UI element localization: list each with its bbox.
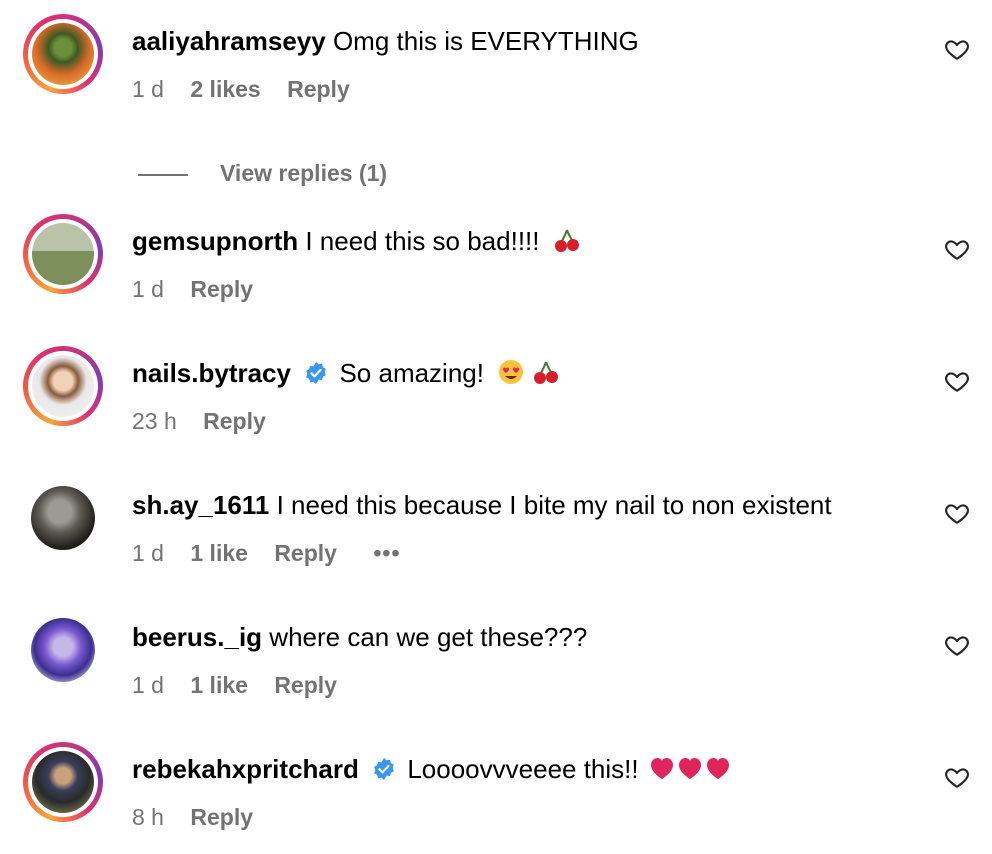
comment-time: 1 d [132,76,164,102]
comment-text: I need this because I bite my nail to no… [276,490,832,520]
comment-username[interactable]: aaliyahramseyy [132,26,326,56]
like-heart-icon[interactable] [944,632,970,658]
like-heart-icon[interactable] [944,764,970,790]
cherry-emoji-icon [534,361,559,384]
like-heart-icon[interactable] [944,236,970,262]
comment-time: 1 d [132,276,164,302]
like-heart-icon[interactable] [944,36,970,62]
verified-badge-icon [374,758,395,780]
comment-text: Omg this is EVERYTHING [332,26,639,56]
avatar[interactable] [23,346,103,426]
comment-username[interactable]: gemsupnorth [132,226,298,256]
reply-button[interactable]: Reply [203,408,266,434]
comment-likes[interactable]: 1 like [190,540,248,566]
comment-text: where can we get these??? [269,622,588,652]
heart-eyes-emoji-icon [499,360,524,384]
comment-time: 23 h [132,408,177,434]
avatar-photo [32,23,94,85]
comment-username[interactable]: sh.ay_1611 [132,490,269,520]
comment-text: Loooovvveeee this!! [407,754,639,784]
reply-button[interactable]: Reply [274,672,337,698]
comment-likes[interactable]: 1 like [190,672,248,698]
reply-button[interactable]: Reply [287,76,350,102]
avatar-photo [32,355,94,417]
avatar-photo [32,751,94,813]
more-options-icon[interactable]: ••• [373,540,400,566]
reply-button[interactable]: Reply [190,804,253,830]
comment-time: 8 h [132,804,164,830]
verified-badge-icon [306,362,327,384]
comment-time: 1 d [132,540,164,566]
comment-username[interactable]: nails.bytracy [132,358,291,388]
comment-text: So amazing! [339,358,484,388]
avatar-photo [31,618,95,682]
view-replies-label: View replies (1) [220,160,388,186]
avatar[interactable] [23,610,103,690]
avatar-photo [31,486,95,550]
like-heart-icon[interactable] [944,500,970,526]
replies-divider [138,173,188,176]
avatar[interactable] [23,478,103,558]
comment-text: I need this so bad!!!! [305,226,540,256]
reply-button[interactable]: Reply [274,540,337,566]
comment-likes[interactable]: 2 likes [190,76,260,102]
cherry-emoji-icon [554,229,579,252]
comment-time: 1 d [132,672,164,698]
avatar[interactable] [23,214,103,294]
comment-username[interactable]: beerus._ig [132,622,262,652]
avatar[interactable] [23,14,103,94]
like-heart-icon[interactable] [944,368,970,394]
reply-button[interactable]: Reply [190,276,253,302]
red-hearts-emoji-icon [650,758,729,779]
comments-list: aaliyahramseyy Omg this is EVERYTHING 1 … [0,0,992,854]
avatar[interactable] [23,742,103,822]
avatar-photo [32,223,94,285]
comment-username[interactable]: rebekahxpritchard [132,754,359,784]
view-replies-button[interactable]: View replies (1) [138,156,387,190]
